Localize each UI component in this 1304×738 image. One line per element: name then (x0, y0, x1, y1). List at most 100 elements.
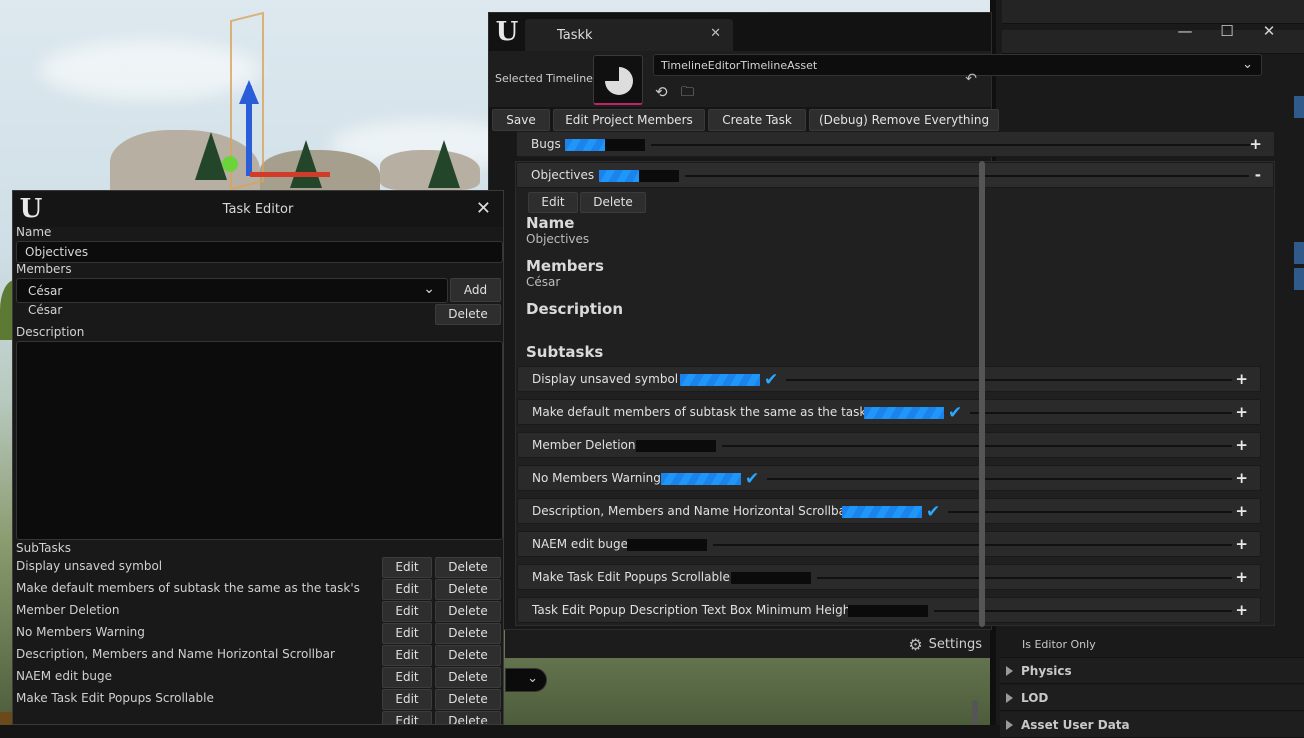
editor-subtask-row: Display unsaved symbol Edit Delete (13, 556, 503, 578)
task-editor-titlebar[interactable]: U Task Editor ✕ (13, 191, 503, 227)
gizmo-x-axis[interactable] (250, 172, 330, 177)
edit-subtask-button[interactable]: Edit (382, 689, 432, 710)
delete-member-button[interactable]: Delete (435, 304, 501, 325)
expand-icon[interactable]: + (1235, 469, 1248, 487)
asset-user-data-category[interactable]: Asset User Data (1000, 712, 1304, 738)
subtask-row[interactable]: Description, Members and Name Horizontal… (517, 498, 1261, 524)
physics-category[interactable]: Physics (1000, 658, 1304, 684)
progress-fill (661, 473, 741, 485)
subtask-row[interactable]: Member Deletion + (517, 432, 1261, 458)
subtask-row[interactable]: Task Edit Popup Description Text Box Min… (517, 597, 1261, 623)
browse-icon[interactable]: 🗀 (681, 83, 694, 105)
edit-subtask-button[interactable]: Edit (382, 711, 432, 724)
delete-subtask-button[interactable]: Delete (435, 601, 501, 622)
reset-icon[interactable]: ↶ (965, 71, 977, 87)
edit-subtask-button[interactable]: Edit (382, 667, 432, 688)
close-tab-icon[interactable]: ✕ (710, 26, 721, 41)
gear-icon: ⚙ (908, 634, 923, 654)
details-selection[interactable] (1294, 242, 1304, 264)
expand-icon[interactable]: + (1235, 436, 1248, 454)
bottom-dropdown[interactable]: ⌄ (505, 668, 547, 692)
expand-icon[interactable]: + (1235, 568, 1248, 586)
delete-subtask-button[interactable]: Delete (435, 579, 501, 600)
edit-subtask-button[interactable]: Edit (382, 579, 432, 600)
pie-icon (605, 67, 633, 95)
category-objectives[interactable]: Objectives - (516, 162, 1274, 188)
subtask-row[interactable]: Display unsaved symbol ✔ + (517, 366, 1261, 392)
collapse-icon[interactable]: - (1255, 166, 1261, 184)
edit-objective-button[interactable]: Edit (528, 192, 578, 213)
expand-icon[interactable]: + (1235, 403, 1248, 421)
lod-category[interactable]: LOD (1000, 685, 1304, 711)
subtask-row[interactable]: Make Task Edit Popups Scrollable + (517, 564, 1261, 590)
details-selection[interactable] (1294, 268, 1304, 290)
add-member-button[interactable]: Add (450, 278, 501, 302)
edit-project-members-button[interactable]: Edit Project Members (553, 109, 705, 131)
taskk-titlebar[interactable]: U Taskk ✕ — ☐ ✕ (489, 13, 1275, 51)
editor-subtask-row: Make Task Edit Popups Scrollable Edit Dele… (13, 688, 503, 710)
category-name: Objectives (531, 168, 595, 182)
gizmo-center[interactable] (222, 156, 238, 172)
close-window-icon[interactable]: ✕ (1259, 22, 1279, 40)
edit-subtask-button[interactable]: Edit (382, 645, 432, 666)
use-selected-icon[interactable]: ⟲ (655, 83, 668, 101)
scrollbar[interactable] (972, 700, 978, 725)
member-select-value: César (28, 284, 63, 298)
delete-subtask-button[interactable]: Delete (435, 557, 501, 578)
taskk-window: U Taskk ✕ — ☐ ✕ Selected Timeline Timeli… (488, 12, 1275, 630)
expand-icon[interactable]: + (1249, 135, 1262, 153)
tree (290, 140, 322, 188)
subtask-name: Task Edit Popup Description Text Box Min… (532, 603, 856, 617)
expand-icon[interactable]: + (1235, 370, 1248, 388)
delete-subtask-button[interactable]: Delete (435, 667, 501, 688)
delete-subtask-button[interactable]: Delete (435, 711, 501, 724)
edit-subtask-button[interactable]: Edit (382, 557, 432, 578)
category-bugs[interactable]: Bugs + (516, 131, 1275, 157)
delete-subtask-button[interactable]: Delete (435, 623, 501, 644)
name-field[interactable]: Objectives (16, 241, 503, 263)
expand-triangle-icon (1006, 665, 1013, 676)
remove-everything-button[interactable]: (Debug) Remove Everything (809, 109, 999, 131)
timeline-asset-value: TimelineEditorTimelineAsset (661, 59, 818, 72)
timeline-thumbnail[interactable] (593, 55, 643, 105)
tab-label: Taskk (557, 28, 593, 43)
scrollbar[interactable] (979, 161, 985, 627)
settings-button[interactable]: ⚙ Settings (908, 633, 982, 655)
subtask-name: Make default members of subtask the same… (532, 405, 876, 419)
bottom-toolbar: ⚙ Settings (505, 630, 990, 658)
create-task-button[interactable]: Create Task (708, 109, 806, 131)
edit-subtask-button[interactable]: Edit (382, 623, 432, 644)
physics-label: Physics (1021, 663, 1072, 678)
delete-objective-button[interactable]: Delete (580, 192, 646, 213)
minimize-icon[interactable]: — (1175, 22, 1195, 40)
progress-fill (842, 506, 922, 518)
name-field-value: Objectives (25, 245, 89, 259)
subtask-name: No Members Warning (532, 471, 661, 485)
save-button[interactable]: Save (492, 109, 550, 131)
gizmo-z-arrow-icon[interactable] (239, 80, 259, 104)
progress-fill (565, 139, 605, 151)
editor-subtask-row: Make default members of subtask the same… (13, 578, 503, 600)
edit-subtask-button[interactable]: Edit (382, 601, 432, 622)
details-selection[interactable] (1294, 96, 1304, 118)
description-textbox[interactable] (16, 341, 503, 540)
editor-subtask-name: No Members Warning (16, 625, 145, 639)
maximize-icon[interactable]: ☐ (1217, 22, 1237, 40)
divider (651, 144, 1250, 146)
editor-subtask-name: Member Deletion (16, 603, 120, 617)
expand-triangle-icon (1006, 692, 1013, 703)
expand-icon[interactable]: + (1235, 601, 1248, 619)
subtask-row[interactable]: Make default members of subtask the same… (517, 399, 1261, 425)
tab-taskk[interactable]: Taskk ✕ (525, 19, 733, 51)
expand-icon[interactable]: + (1235, 535, 1248, 553)
subtask-row[interactable]: NAEM edit buge + (517, 531, 1261, 557)
delete-subtask-button[interactable]: Delete (435, 645, 501, 666)
delete-subtask-button[interactable]: Delete (435, 689, 501, 710)
expand-icon[interactable]: + (1235, 502, 1248, 520)
is-editor-only-row[interactable]: Is Editor Only (1000, 632, 1304, 658)
timeline-asset-dropdown[interactable]: TimelineEditorTimelineAsset ⌄ (653, 54, 1262, 76)
member-select[interactable]: César ⌄ (16, 278, 448, 303)
unreal-logo-icon: U (495, 17, 519, 47)
subtask-row[interactable]: No Members Warning ✔ + (517, 465, 1261, 491)
close-icon[interactable]: ✕ (476, 198, 491, 219)
